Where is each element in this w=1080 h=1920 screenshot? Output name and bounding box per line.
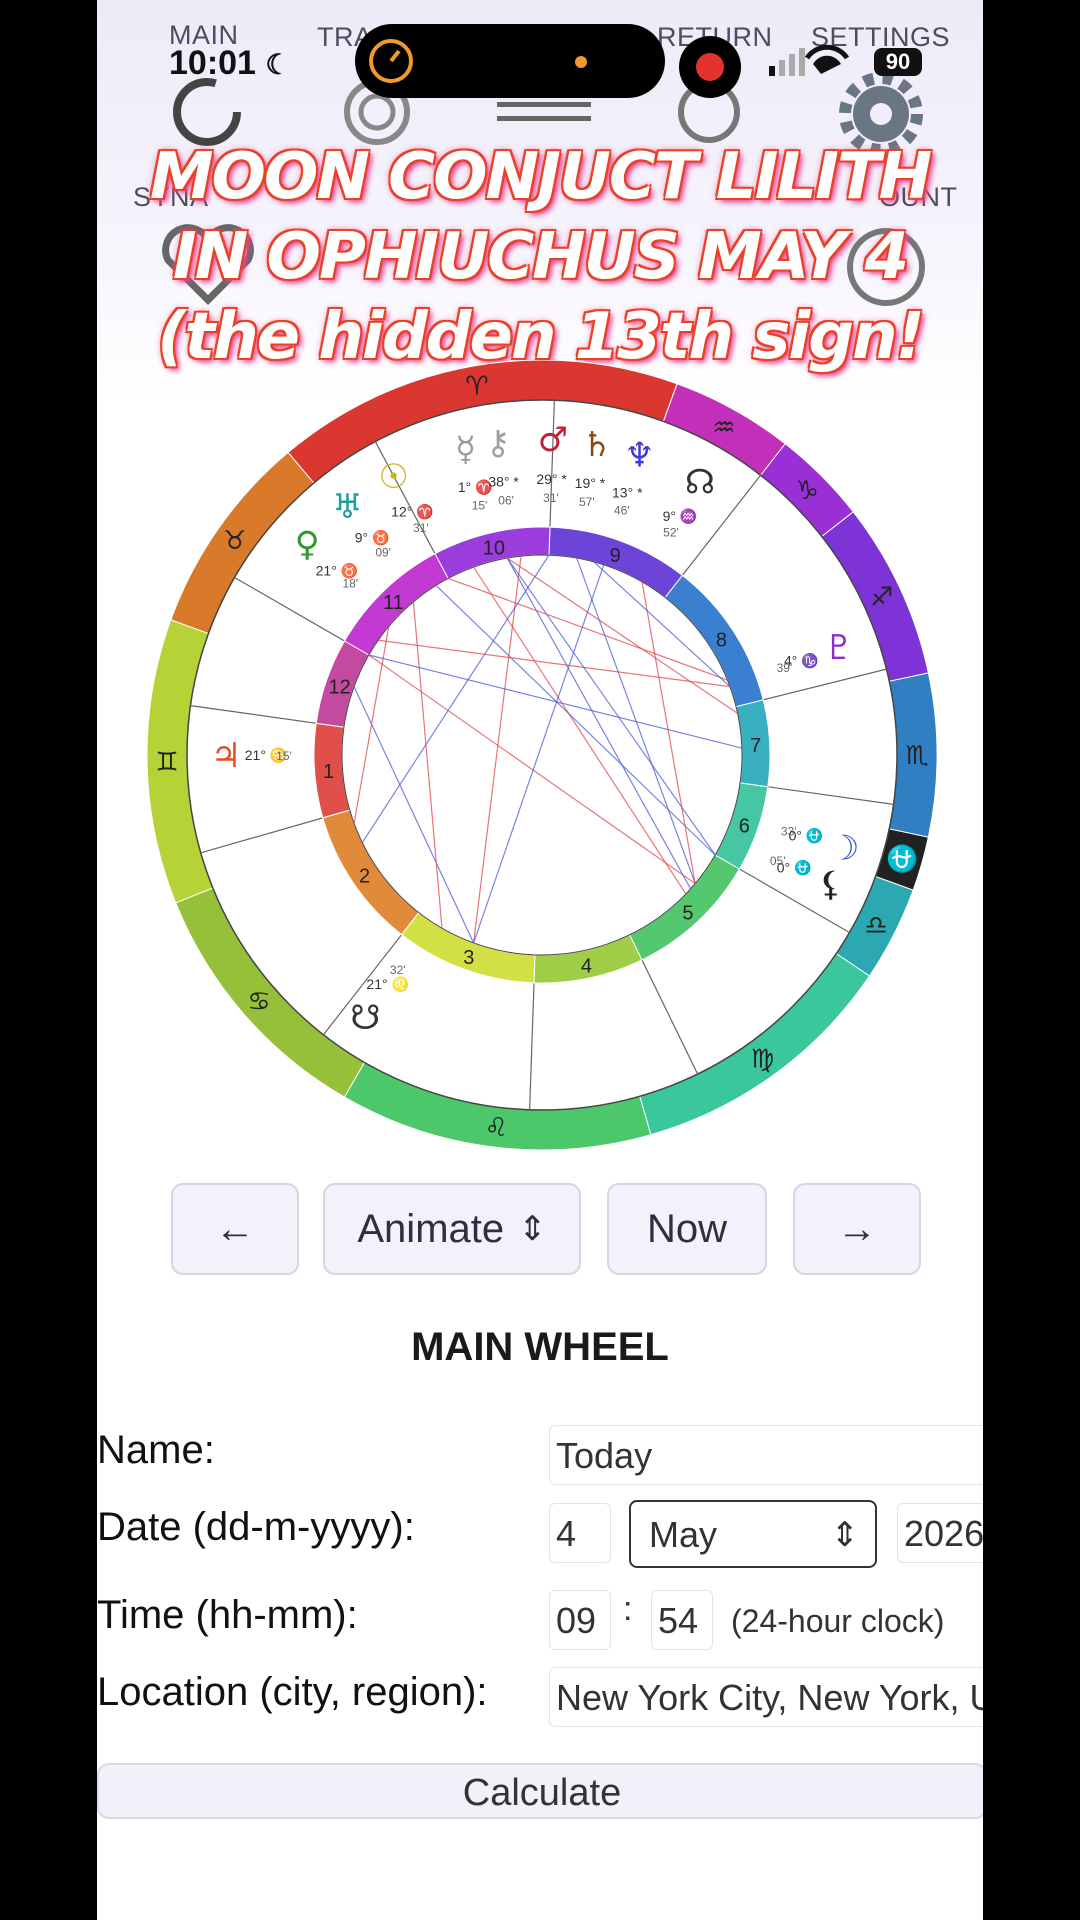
- minute-field[interactable]: 54: [651, 1590, 713, 1650]
- house-number: 11: [383, 592, 404, 614]
- sign-glyph: ♋: [247, 987, 270, 1017]
- astrology-wheel[interactable]: ♈♉♊♋♌♍♎⛎♏♐♑♒ 123 456789101112 ☉12° ♈31'☿1…: [147, 360, 937, 1150]
- record-indicator: [679, 36, 741, 98]
- next-button[interactable]: →: [793, 1183, 921, 1275]
- app-screen: MAIN TRA RETURN SETTINGS SYNA OUNT 10:01…: [97, 0, 983, 1920]
- planet-minute: 15': [472, 499, 488, 513]
- battery-indicator: 90: [874, 48, 922, 76]
- planet-minute: 05': [770, 854, 786, 868]
- house-number: 3: [463, 947, 474, 969]
- year-field[interactable]: 2026: [897, 1503, 983, 1563]
- name-field[interactable]: Today: [549, 1425, 983, 1485]
- planet-minute: 39': [777, 661, 793, 675]
- planet-glyph-saturn: ♄: [582, 425, 612, 465]
- signal-wifi-icon: [769, 44, 865, 87]
- house-number: 7: [750, 735, 761, 757]
- sign-glyph: ♑: [796, 476, 819, 506]
- sign-glyph: ♐: [870, 583, 893, 613]
- sign-glyph: ♈: [465, 372, 488, 402]
- planet-glyph-moon: ☽: [829, 828, 859, 868]
- name-label: Name:: [97, 1428, 215, 1472]
- chevron-updown-icon: ⇕: [518, 1210, 547, 1248]
- planet-minute: 15': [276, 749, 292, 763]
- planet-minute: 33': [781, 824, 797, 838]
- planet-glyph-jupiter: ♃: [211, 736, 241, 776]
- sign-glyph: ♒: [712, 413, 735, 443]
- headline-line-1: MOON CONJUCT LILITH: [149, 140, 932, 214]
- house-number: 2: [359, 866, 370, 888]
- time-label: Time (hh-mm):: [97, 1593, 358, 1637]
- planet-minute: 18': [342, 576, 358, 590]
- month-select[interactable]: May ⇕: [629, 1500, 877, 1568]
- planet-glyph-pluto: ♇: [824, 628, 854, 668]
- house-number: 6: [739, 816, 750, 838]
- time-separator: :: [623, 1590, 633, 1628]
- planet-glyph-uranus: ♅: [332, 487, 362, 527]
- planet-glyph-south-node: ☋: [350, 998, 380, 1038]
- planet-minute: 06': [498, 494, 514, 508]
- month-value: May: [649, 1514, 718, 1555]
- house-number: 1: [323, 761, 334, 783]
- chevron-updown-icon: ⇕: [830, 1516, 860, 1554]
- animate-select[interactable]: Animate ⇕: [323, 1183, 581, 1275]
- planet-minute: 31': [543, 491, 559, 505]
- planet-glyph-north-node: ☊: [685, 462, 715, 502]
- dynamic-island: [355, 24, 665, 98]
- house-number: 9: [610, 545, 621, 567]
- planet-glyph-lilith: ⚸: [818, 865, 843, 905]
- sign-glyph: ⛎: [886, 843, 918, 874]
- house-number: 4: [581, 955, 592, 977]
- planet-degree: 13° *: [612, 485, 643, 501]
- animate-label: Animate: [357, 1206, 505, 1251]
- sign-glyph: ♊: [155, 748, 178, 778]
- planet-minute: 46': [614, 504, 630, 518]
- hour-field[interactable]: 09: [549, 1590, 611, 1650]
- sign-glyph: ♏: [905, 741, 928, 771]
- planet-degree: 29° *: [536, 471, 567, 487]
- now-button[interactable]: Now: [607, 1183, 767, 1275]
- planet-minute: 32': [390, 963, 406, 977]
- planet-minute: 52': [663, 526, 679, 540]
- house-number: 5: [682, 903, 693, 925]
- sign-glyph: ♉: [223, 526, 246, 556]
- day-field[interactable]: 4: [549, 1503, 611, 1563]
- calculate-button[interactable]: Calculate: [97, 1763, 983, 1819]
- sign-glyph: ♎: [864, 911, 887, 941]
- clock-note: (24-hour clock): [731, 1603, 945, 1639]
- planet-minute: 09': [375, 546, 391, 560]
- planet-degree: 38° *: [488, 474, 519, 490]
- planet-glyph-chiron: ⚷: [486, 423, 511, 463]
- planet-glyph-mars: ♂: [538, 420, 568, 460]
- sign-glyph: ♌: [485, 1113, 508, 1143]
- status-time: 10:01 ☾: [169, 44, 291, 82]
- headline-line-2: IN OPHIUCHUS MAY 4: [172, 220, 909, 294]
- date-label: Date (dd-m-yyyy):: [97, 1505, 415, 1549]
- location-field[interactable]: New York City, New York, U: [549, 1667, 983, 1727]
- planet-degree: 12° ♈: [391, 503, 434, 520]
- planet-glyph-sun: ☉: [378, 457, 408, 497]
- planet-degree: 19° *: [575, 475, 606, 491]
- aspect-circle: [341, 554, 743, 956]
- house-number: 10: [483, 537, 505, 559]
- location-label: Location (city, region):: [97, 1670, 488, 1714]
- house-number: 8: [716, 629, 727, 651]
- house-number: 12: [329, 676, 351, 698]
- prev-button[interactable]: ←: [171, 1183, 299, 1275]
- planet-degree: 9° ♒: [663, 508, 698, 525]
- planet-degree: 21° ♌: [366, 976, 409, 993]
- planet-minute: 57': [579, 495, 595, 509]
- circle-icon[interactable]: [157, 76, 257, 146]
- planet-glyph-neptune: ♆: [624, 435, 654, 475]
- planet-minute: 31': [413, 521, 429, 535]
- sign-glyph: ♍: [751, 1044, 774, 1074]
- planet-glyph-venus: ♀: [295, 525, 320, 565]
- menu-icon[interactable]: [497, 96, 597, 146]
- planet-degree: 9° ♉: [355, 530, 390, 547]
- planet-glyph-mercury: ☿: [455, 429, 476, 469]
- section-title: MAIN WHEEL: [411, 1325, 669, 1369]
